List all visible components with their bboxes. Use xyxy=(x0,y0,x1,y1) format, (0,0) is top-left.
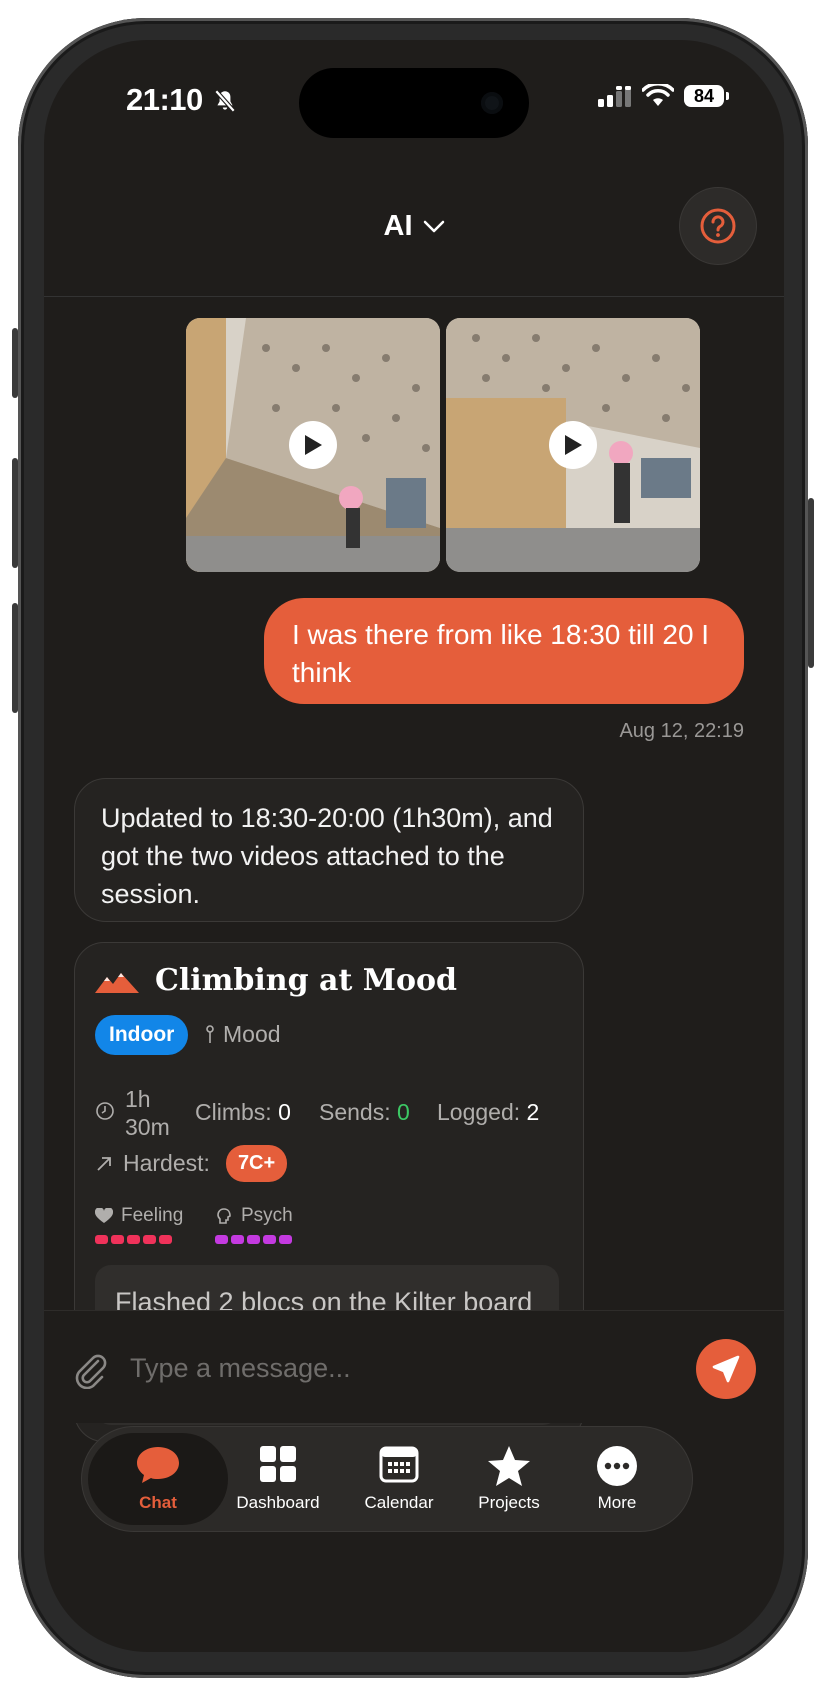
user-message-bubble[interactable]: I was there from like 18:30 till 20 I th… xyxy=(264,598,744,704)
tab-chat[interactable]: Chat xyxy=(88,1433,228,1525)
location: Mood xyxy=(205,1021,281,1048)
page-title: AI xyxy=(383,210,413,242)
send-button[interactable] xyxy=(696,1339,756,1399)
feeling-label: Feeling xyxy=(121,1205,184,1226)
grid-icon xyxy=(260,1446,296,1482)
duration-minutes: 30m xyxy=(125,1114,170,1140)
chevron-down-icon xyxy=(423,221,444,233)
session-title: Climbing at Mood xyxy=(155,963,457,998)
camera-icon xyxy=(481,92,503,114)
sends-label: Sends: xyxy=(319,1099,391,1125)
feeling-dot xyxy=(159,1235,172,1244)
logged-label: Logged: xyxy=(437,1099,521,1125)
climbs-stat: Climbs: 0 xyxy=(195,1099,291,1126)
tab-more[interactable]: More xyxy=(547,1433,687,1525)
screen: 21:10 84 AI I was there from like 18:30 … xyxy=(44,40,784,1652)
model-selector[interactable]: AI xyxy=(44,210,784,243)
sends-value: 0 xyxy=(397,1099,410,1125)
psych-dot xyxy=(263,1235,276,1244)
grade-badge: 7C+ xyxy=(225,1145,288,1182)
volume-up-button xyxy=(12,458,18,568)
play-icon xyxy=(305,435,322,455)
climbs-label: Climbs: xyxy=(195,1099,272,1125)
signal-icon xyxy=(598,86,631,107)
play-button[interactable] xyxy=(289,421,337,469)
clock-icon xyxy=(96,1102,114,1120)
star-icon xyxy=(488,1446,530,1486)
message-input[interactable] xyxy=(128,1339,632,1397)
psych-label: Psych xyxy=(241,1205,293,1226)
sends-stat: Sends: 0 xyxy=(319,1099,410,1126)
more-icon xyxy=(597,1446,637,1486)
volume-down-button xyxy=(12,603,18,713)
mountain-icon xyxy=(95,973,139,993)
feeling-meter xyxy=(95,1235,172,1244)
pin-icon xyxy=(206,1024,214,1043)
indoor-badge: Indoor xyxy=(95,1015,189,1055)
status-icons: 84 xyxy=(598,84,729,108)
video-thumbnail-2[interactable] xyxy=(446,318,700,572)
play-button[interactable] xyxy=(549,421,597,469)
status-time: 21:10 xyxy=(126,82,203,117)
message-composer xyxy=(44,1310,784,1423)
feeling-dot xyxy=(127,1235,140,1244)
video-thumbnail-1[interactable] xyxy=(186,318,440,572)
chat-bubble-icon xyxy=(137,1447,179,1483)
duration-hours: 1h xyxy=(125,1086,151,1112)
tab-dashboard-label: Dashboard xyxy=(236,1493,320,1512)
power-button xyxy=(808,498,814,668)
location-label: Mood xyxy=(223,1021,281,1047)
psych-meter xyxy=(215,1235,292,1244)
action-button xyxy=(12,328,18,398)
psych-dot xyxy=(247,1235,260,1244)
heart-icon xyxy=(95,1208,113,1223)
psych-label-row: Psych xyxy=(215,1205,293,1227)
duration: 1h 30m xyxy=(125,1085,170,1141)
calendar-icon xyxy=(379,1446,419,1483)
wifi-icon xyxy=(642,84,674,106)
climbs-value: 0 xyxy=(278,1099,291,1125)
bell-muted-icon xyxy=(214,89,236,113)
feeling-dot xyxy=(143,1235,156,1244)
question-circle-icon xyxy=(700,208,736,244)
feeling-dot xyxy=(95,1235,108,1244)
chat-header: AI xyxy=(44,160,784,297)
arrow-up-right-icon xyxy=(97,1156,111,1171)
tab-more-label: More xyxy=(597,1493,637,1512)
hardest-row: Hardest: 7C+ xyxy=(95,1145,288,1182)
psych-dot xyxy=(231,1235,244,1244)
brain-icon xyxy=(217,1208,231,1224)
dynamic-island xyxy=(299,68,529,138)
ai-message-bubble[interactable]: Updated to 18:30-20:00 (1h30m), and got … xyxy=(74,778,584,922)
feeling-label-row: Feeling xyxy=(95,1205,183,1227)
logged-stat: Logged: 2 xyxy=(437,1099,539,1126)
hardest-label: Hardest: xyxy=(123,1150,210,1176)
tab-chat-label: Chat xyxy=(139,1493,177,1512)
psych-dot xyxy=(215,1235,228,1244)
psych-dot xyxy=(279,1235,292,1244)
help-button[interactable] xyxy=(680,188,756,264)
message-timestamp: Aug 12, 22:19 xyxy=(619,720,744,742)
tab-bar: Chat Dashboard Calendar Projects More xyxy=(82,1427,692,1531)
logged-value: 2 xyxy=(526,1099,540,1125)
tab-dashboard[interactable]: Dashboard xyxy=(208,1433,348,1525)
paperclip-icon[interactable] xyxy=(72,1349,108,1389)
battery-indicator: 84 xyxy=(684,85,729,107)
send-icon xyxy=(712,1355,740,1383)
play-icon xyxy=(565,435,582,455)
feeling-dot xyxy=(111,1235,124,1244)
